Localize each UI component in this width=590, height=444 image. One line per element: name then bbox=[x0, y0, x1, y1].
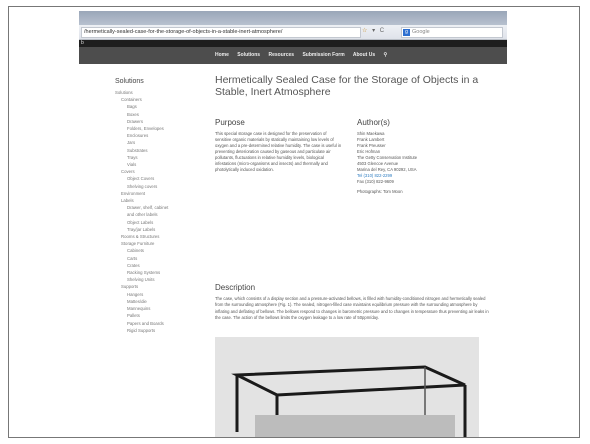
top-bar: b bbox=[79, 40, 507, 47]
dropdown-icon[interactable]: ▾ bbox=[372, 28, 375, 34]
sidebar-item[interactable]: Boxes bbox=[115, 111, 185, 118]
description-text: The case, which consists of a display se… bbox=[215, 296, 489, 321]
sidebar-item[interactable]: Shelving covers bbox=[115, 183, 185, 190]
sidebar-item[interactable]: Labels bbox=[115, 197, 185, 204]
nav-solutions[interactable]: Solutions bbox=[237, 52, 260, 58]
purpose-text: This special storage case is designed fo… bbox=[215, 131, 342, 172]
sidebar: Solutions Solutions Containers Bags Boxes Dr… bbox=[115, 77, 185, 334]
sidebar-item[interactable]: Tray/jar Labels bbox=[115, 226, 185, 233]
main-nav: Home Solutions Resources Submission Form… bbox=[215, 52, 394, 58]
sidebar-item[interactable]: Object Covers bbox=[115, 175, 185, 182]
sidebar-item[interactable]: Carts bbox=[115, 255, 185, 262]
description-heading: Description bbox=[215, 283, 256, 292]
sidebar-item[interactable]: Storage Furniture bbox=[115, 240, 185, 247]
sidebar-item[interactable]: Rooms & Structures bbox=[115, 233, 185, 240]
sidebar-list: Solutions Containers Bags Boxes Drawers Folde… bbox=[115, 89, 185, 334]
sidebar-item[interactable]: Environment bbox=[115, 190, 185, 197]
sidebar-item[interactable]: Papers and Boards bbox=[115, 320, 185, 327]
reload-icon[interactable]: C bbox=[380, 28, 384, 34]
authors-heading: Author(s) bbox=[357, 118, 390, 127]
fax-line: Fax (310) 822-9609 bbox=[357, 179, 394, 184]
browser-toolbar: /hermetically-sealed-case-for-the-storag… bbox=[79, 25, 507, 40]
search-bar[interactable]: g Google bbox=[401, 27, 503, 38]
sidebar-item[interactable]: Supports bbox=[115, 283, 185, 290]
sidebar-item[interactable]: Racking Systems bbox=[115, 269, 185, 276]
photographer-credit: Photographs: Tom Moon bbox=[357, 189, 403, 194]
address-bar-icons: ☆ ▾ C bbox=[362, 27, 387, 36]
sidebar-item[interactable]: Object Labels bbox=[115, 219, 185, 226]
sidebar-item[interactable]: Drawers bbox=[115, 118, 185, 125]
search-engine-label: Google bbox=[412, 29, 430, 35]
authors-section: Author(s) Shin Maekawa Frank Lambert Fra… bbox=[357, 118, 487, 195]
nav-submission-form[interactable]: Submission Form bbox=[302, 52, 344, 58]
address-bar[interactable]: /hermetically-sealed-case-for-the-storag… bbox=[81, 27, 361, 38]
description-section: Description The case, which consists of … bbox=[215, 283, 491, 322]
search-icon[interactable]: ⚲ bbox=[384, 52, 388, 58]
star-icon[interactable]: ☆ bbox=[362, 28, 367, 34]
sidebar-item[interactable]: Substrates bbox=[115, 147, 185, 154]
sidebar-item[interactable]: Bags bbox=[115, 103, 185, 110]
sidebar-item[interactable]: Pallets bbox=[115, 312, 185, 319]
top-bar-text: b bbox=[81, 40, 84, 46]
sidebar-item[interactable]: Mattes/die bbox=[115, 298, 185, 305]
sidebar-item[interactable]: Hangers bbox=[115, 291, 185, 298]
sidebar-item[interactable]: Covers bbox=[115, 168, 185, 175]
browser-screenshot: /hermetically-sealed-case-for-the-storag… bbox=[79, 11, 507, 437]
sidebar-item[interactable]: Drawer, shelf, cabinet bbox=[115, 204, 185, 211]
sidebar-item[interactable]: Containers bbox=[115, 96, 185, 103]
nav-home[interactable]: Home bbox=[215, 52, 229, 58]
purpose-heading: Purpose bbox=[215, 118, 245, 127]
sidebar-heading: Solutions bbox=[115, 78, 144, 85]
sidebar-item[interactable]: Crates bbox=[115, 262, 185, 269]
nav-resources[interactable]: Resources bbox=[268, 52, 294, 58]
main-content: Hermetically Sealed Case for the Storage… bbox=[215, 74, 491, 228]
sidebar-item[interactable]: Folders, Envelopes bbox=[115, 125, 185, 132]
purpose-section: Purpose This special storage case is des… bbox=[215, 118, 343, 173]
sidebar-item[interactable]: Rigid Supports bbox=[115, 327, 185, 334]
google-icon: g bbox=[403, 29, 410, 36]
sidebar-item[interactable]: Enclosures bbox=[115, 132, 185, 139]
case-photo bbox=[215, 337, 479, 437]
nav-about-us[interactable]: About Us bbox=[353, 52, 375, 58]
content-columns: Purpose This special storage case is des… bbox=[215, 118, 491, 228]
browser-titlebar bbox=[79, 11, 507, 25]
sidebar-item[interactable]: Cabinets bbox=[115, 247, 185, 254]
case-photo-graphic bbox=[215, 337, 479, 437]
sidebar-item[interactable]: and other labels bbox=[115, 211, 185, 218]
sidebar-item[interactable]: Jars bbox=[115, 139, 185, 146]
page-title: Hermetically Sealed Case for the Storage… bbox=[215, 74, 479, 98]
sidebar-item[interactable]: Solutions bbox=[115, 89, 185, 96]
sidebar-item[interactable]: Shelving Units bbox=[115, 276, 185, 283]
sidebar-item[interactable]: Vials bbox=[115, 161, 185, 168]
sidebar-item[interactable]: Mannequins bbox=[115, 305, 185, 312]
sidebar-item[interactable]: Trays bbox=[115, 154, 185, 161]
site-navbar: Home Solutions Resources Submission Form… bbox=[79, 47, 507, 64]
